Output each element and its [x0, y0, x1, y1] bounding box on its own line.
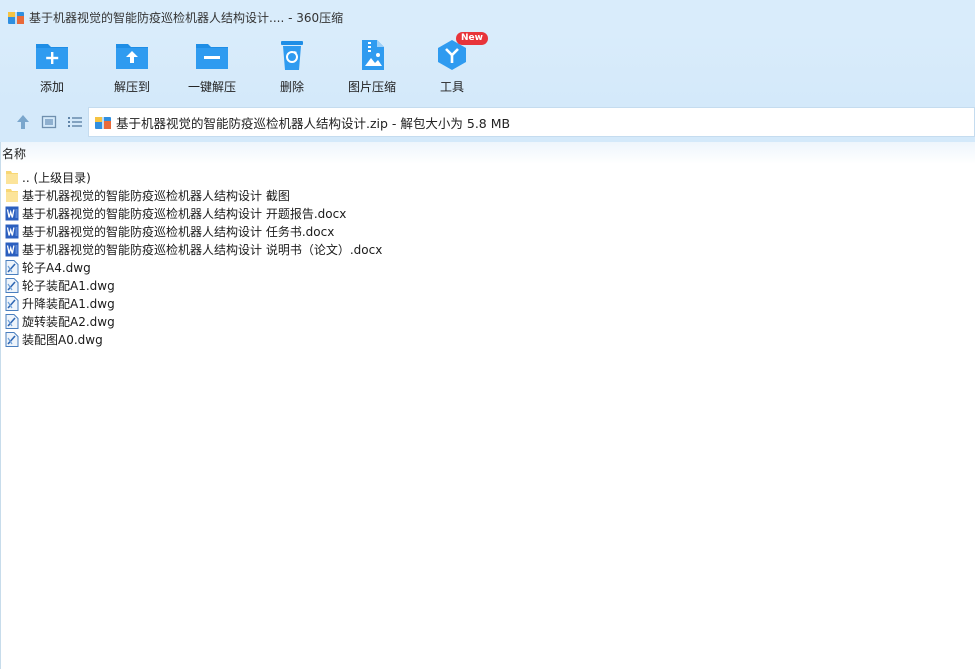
word-document-icon — [5, 206, 19, 220]
archive-file-icon — [95, 115, 111, 129]
list-item[interactable]: .. (上级目录) — [1, 168, 975, 186]
list-item[interactable]: 基于机器视觉的智能防疫巡检机器人结构设计 截图 — [1, 186, 975, 204]
column-name-label: 名称 — [2, 146, 27, 161]
list-item[interactable]: 旋转装配A2.dwg — [1, 312, 975, 330]
new-badge: New — [456, 32, 488, 45]
image-compress-icon — [362, 40, 384, 70]
arrow-up-icon — [17, 115, 29, 129]
one-click-extract-button[interactable]: 一键解压 — [172, 34, 252, 102]
dwg-file-icon — [5, 259, 19, 275]
word-document-icon — [5, 224, 19, 238]
dwg-file-icon — [5, 277, 19, 293]
dwg-file-icon — [5, 295, 19, 311]
delete-button[interactable]: 删除 — [252, 34, 332, 102]
image-compress-button[interactable]: 图片压缩 — [332, 34, 412, 102]
list-item[interactable]: 轮子装配A1.dwg — [1, 276, 975, 294]
archive-app-icon — [8, 10, 24, 24]
one-click-extract-icon — [196, 44, 228, 69]
tools-button[interactable]: New 工具 — [412, 32, 492, 102]
recycle-bin-icon — [281, 41, 303, 70]
folder-icon — [6, 188, 18, 202]
file-list: 名称 .. (上级目录) 基于机器视觉的智能防疫巡检机器人结构设计 截图 基于机… — [0, 142, 975, 669]
list-view-icon — [68, 117, 82, 127]
list-item[interactable]: 轮子A4.dwg — [1, 258, 975, 276]
thumbnail-view-button[interactable] — [36, 109, 62, 135]
dwg-file-icon — [5, 331, 19, 347]
extract-to-button[interactable]: 解压到 — [92, 34, 172, 102]
list-item[interactable]: 升降装配A1.dwg — [1, 294, 975, 312]
window-title: 基于机器视觉的智能防疫巡检机器人结构设计.... - 360压缩 — [29, 10, 344, 25]
main-toolbar: 添加 解压到 一键解压 删除 图片压缩 New 工具 — [0, 32, 975, 102]
navigation-bar: 基于机器视觉的智能防疫巡检机器人结构设计.zip - 解包大小为 5.8 MB — [0, 102, 975, 142]
add-button[interactable]: 添加 — [12, 34, 92, 102]
list-item[interactable]: 基于机器视觉的智能防疫巡检机器人结构设计 开题报告.docx — [1, 204, 975, 222]
extract-to-icon — [116, 44, 148, 69]
list-item[interactable]: 基于机器视觉的智能防疫巡检机器人结构设计 说明书（论文）.docx — [1, 240, 975, 258]
list-view-button[interactable] — [62, 109, 88, 135]
address-bar[interactable]: 基于机器视觉的智能防疫巡检机器人结构设计.zip - 解包大小为 5.8 MB — [88, 107, 975, 137]
archive-path-text: 基于机器视觉的智能防疫巡检机器人结构设计.zip - 解包大小为 5.8 MB — [116, 115, 511, 131]
list-item[interactable]: 装配图A0.dwg — [1, 330, 975, 348]
word-document-icon — [5, 242, 19, 256]
thumbnail-view-icon — [41, 115, 57, 129]
dwg-file-icon — [5, 313, 19, 329]
folder-icon — [6, 170, 18, 184]
list-item[interactable]: 基于机器视觉的智能防疫巡检机器人结构设计 任务书.docx — [1, 222, 975, 240]
up-level-button[interactable] — [10, 109, 36, 135]
add-folder-icon — [36, 44, 68, 69]
title-bar: 基于机器视觉的智能防疫巡检机器人结构设计.... - 360压缩 — [0, 0, 975, 34]
column-header-name[interactable]: 名称 — [1, 142, 975, 164]
